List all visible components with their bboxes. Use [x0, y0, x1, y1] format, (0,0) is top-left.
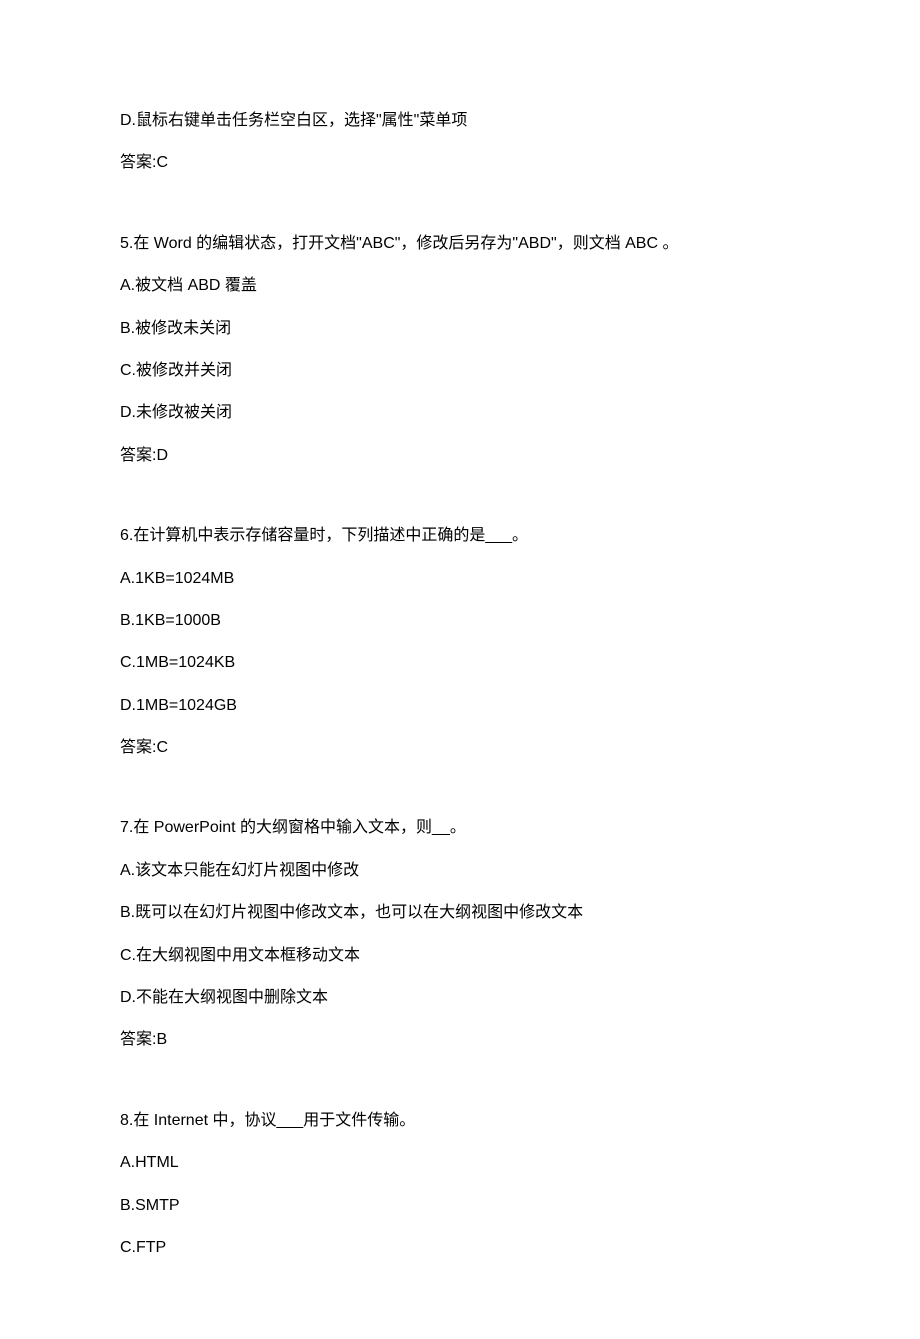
text-line: C.1MB=1024KB: [120, 652, 800, 674]
text-line: D.鼠标右键单击任务栏空白区，选择"属性"菜单项: [120, 110, 800, 132]
text-line: 答案:D: [120, 445, 800, 467]
text-line: B.SMTP: [120, 1195, 800, 1217]
block-gap: [120, 779, 800, 817]
block-gap: [120, 195, 800, 233]
text-line: A.该文本只能在幻灯片视图中修改: [120, 860, 800, 882]
text-line: 答案:B: [120, 1029, 800, 1051]
text-line: 6.在计算机中表示存储容量时，下列描述中正确的是___。: [120, 525, 800, 547]
text-line: C.FTP: [120, 1237, 800, 1259]
text-line: C.在大纲视图中用文本框移动文本: [120, 945, 800, 967]
block-gap: [120, 487, 800, 525]
block-gap: [120, 1072, 800, 1110]
text-line: D.不能在大纲视图中删除文本: [120, 987, 800, 1009]
text-line: 5.在 Word 的编辑状态，打开文档"ABC"，修改后另存为"ABD"，则文档…: [120, 233, 800, 255]
text-line: 7.在 PowerPoint 的大纲窗格中输入文本，则__。: [120, 817, 800, 839]
text-line: A.HTML: [120, 1152, 800, 1174]
text-line: 答案:C: [120, 737, 800, 759]
text-line: A.1KB=1024MB: [120, 568, 800, 590]
text-line: D.1MB=1024GB: [120, 695, 800, 717]
document-body: D.鼠标右键单击任务栏空白区，选择"属性"菜单项答案:C 5.在 Word 的编辑…: [120, 110, 800, 1259]
text-line: B.1KB=1000B: [120, 610, 800, 632]
text-line: B.既可以在幻灯片视图中修改文本，也可以在大纲视图中修改文本: [120, 902, 800, 924]
text-line: A.被文档 ABD 覆盖: [120, 275, 800, 297]
text-line: D.未修改被关闭: [120, 402, 800, 424]
text-line: C.被修改并关闭: [120, 360, 800, 382]
text-line: 8.在 Internet 中，协议___用于文件传输。: [120, 1110, 800, 1132]
text-line: 答案:C: [120, 152, 800, 174]
text-line: B.被修改未关闭: [120, 318, 800, 340]
